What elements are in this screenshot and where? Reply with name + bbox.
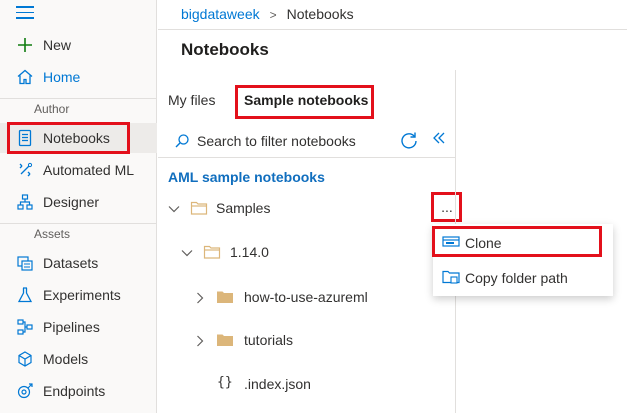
breadcrumb-current: Notebooks: [286, 6, 354, 22]
endpoints-icon: [15, 381, 35, 401]
tree-item-label: 1.14.0: [230, 244, 269, 260]
nav-item-label: Designer: [43, 194, 100, 210]
nav-item-models[interactable]: Models: [0, 344, 157, 374]
nav-item-label: Datasets: [43, 255, 99, 271]
tree-item-label: tutorials: [244, 332, 294, 348]
nav-item-designer[interactable]: Designer: [0, 187, 157, 217]
collapse-panel-icon[interactable]: [431, 130, 447, 151]
pipeline-icon: [15, 317, 35, 337]
search-divider: [158, 157, 455, 158]
chevron-down-icon[interactable]: [180, 246, 194, 260]
nav-item-home[interactable]: Home: [0, 62, 157, 92]
refresh-icon[interactable]: [399, 130, 419, 153]
tree-item-tutorials[interactable]: tutorials: [191, 328, 441, 352]
nav-item-endpoints[interactable]: Endpoints: [0, 376, 157, 406]
breadcrumb: bigdataweek > Notebooks: [181, 6, 354, 22]
highlight-box-notebooks: [7, 122, 130, 154]
nav-item-label: Experiments: [43, 287, 121, 303]
folder-icon: [216, 289, 234, 308]
nav-item-experiments[interactable]: Experiments: [0, 280, 157, 310]
tree-item-label: .index.json: [244, 376, 311, 392]
left-nav: New Home Author Notebooks Automated ML D…: [0, 0, 157, 413]
search-input[interactable]: [197, 130, 397, 152]
nav-item-automated-ml[interactable]: Automated ML: [0, 155, 157, 185]
section-label-author: Author: [34, 102, 70, 116]
nav-item-label: Home: [43, 69, 81, 85]
chevron-right-icon[interactable]: [193, 334, 207, 348]
chevron-down-icon[interactable]: [167, 202, 181, 216]
copy-folder-path-icon: [442, 269, 460, 288]
section-label-assets: Assets: [34, 227, 71, 241]
home-icon: [15, 67, 35, 87]
nav-item-label: Automated ML: [43, 162, 135, 178]
page-title: Notebooks: [181, 40, 269, 59]
nav-item-datasets[interactable]: Datasets: [0, 248, 157, 278]
flask-icon: [15, 285, 35, 305]
designer-icon: [15, 192, 35, 212]
nav-item-label: New: [43, 37, 72, 53]
chevron-right-icon[interactable]: [193, 291, 207, 305]
menu-item-copy-folder-path[interactable]: Copy folder path: [433, 262, 613, 294]
nav-item-new[interactable]: New: [0, 30, 157, 60]
hamburger-menu-icon[interactable]: [16, 6, 34, 20]
folder-icon: [216, 332, 234, 351]
folder-open-icon: [203, 244, 221, 263]
nav-divider: [0, 223, 157, 224]
cube-icon: [15, 349, 35, 369]
nav-item-label: Models: [43, 351, 89, 367]
folder-open-icon: [190, 200, 208, 219]
tree-item-label: Samples: [216, 200, 271, 216]
tree-item-index-json[interactable]: {} .index.json: [191, 372, 441, 396]
highlight-box-clone: [432, 226, 602, 257]
search-bar: [168, 126, 453, 156]
chevron-right-icon: >: [269, 8, 277, 22]
nav-item-pipelines[interactable]: Pipelines: [0, 312, 157, 342]
tab-my-files[interactable]: My files: [168, 92, 215, 108]
section-heading: AML sample notebooks: [168, 169, 325, 185]
tree-item-version[interactable]: 1.14.0: [178, 240, 438, 264]
automated-ml-icon: [15, 160, 35, 180]
datasets-icon: [15, 253, 35, 273]
highlight-box-more-options: [431, 192, 462, 222]
tree-item-samples[interactable]: Samples: [165, 196, 430, 220]
header-divider: [158, 29, 627, 30]
nav-item-label: Pipelines: [43, 319, 100, 335]
highlight-box-sample-notebooks: [235, 85, 374, 119]
menu-item-label: Copy folder path: [465, 270, 568, 286]
json-file-icon: {}: [217, 375, 233, 390]
search-icon: [174, 133, 190, 152]
nav-item-label: Endpoints: [43, 383, 106, 399]
tree-item-label: how-to-use-azureml: [244, 289, 368, 305]
breadcrumb-workspace-link[interactable]: bigdataweek: [181, 6, 260, 22]
nav-divider: [0, 98, 157, 99]
tree-item-how-to-use-azureml[interactable]: how-to-use-azureml: [191, 285, 441, 309]
plus-icon: [15, 35, 35, 55]
